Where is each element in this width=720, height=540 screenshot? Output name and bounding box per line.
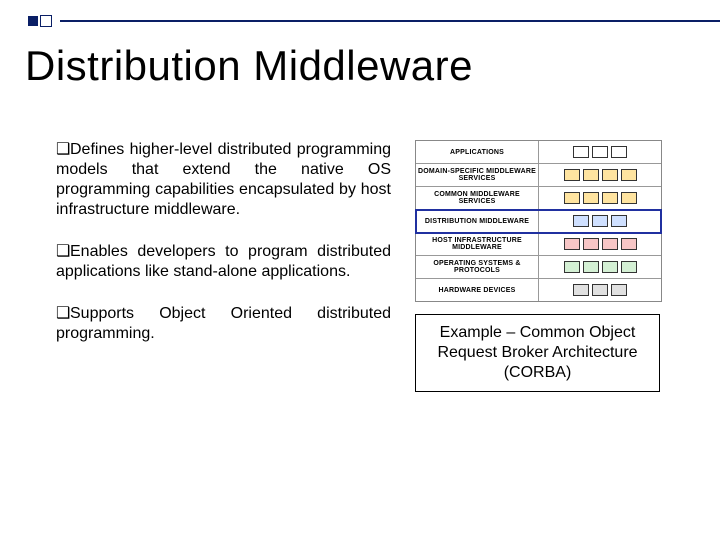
paragraph-text: Supports Object Oriented distributed pro… <box>56 305 391 342</box>
paragraph-text: Defines higher-level distributed program… <box>56 141 391 218</box>
svc-icon <box>583 192 599 204</box>
svc-icon <box>564 192 580 204</box>
svc-icon <box>564 169 580 181</box>
layer-label: DOMAIN-SPECIFIC MIDDLEWARE SERVICES <box>416 164 539 186</box>
diagram-layer: APPLICATIONS <box>416 141 661 164</box>
hw-icon <box>592 284 608 296</box>
decor-square-filled <box>28 16 38 26</box>
app-icon <box>573 146 589 158</box>
text-column: ❑Defines higher-level distributed progra… <box>56 140 391 510</box>
bar-icon <box>564 238 580 250</box>
diagram-layer: OPERATING SYSTEMS & PROTOCOLS <box>416 256 661 279</box>
diagram-layer: HARDWARE DEVICES <box>416 279 661 301</box>
svc-icon <box>602 169 618 181</box>
layer-label: HOST INFRASTRUCTURE MIDDLEWARE <box>416 233 539 255</box>
svc-icon <box>583 169 599 181</box>
slide: Distribution Middleware ❑Defines higher-… <box>0 0 720 540</box>
stk-icon <box>573 215 589 227</box>
decor-line <box>60 20 720 22</box>
bar-icon <box>602 238 618 250</box>
app-icon <box>611 146 627 158</box>
layer-icons <box>539 256 661 278</box>
app-icon <box>592 146 608 158</box>
slide-body: ❑Defines higher-level distributed progra… <box>56 140 688 510</box>
layer-label: HARDWARE DEVICES <box>416 279 539 301</box>
layer-icons <box>539 210 661 232</box>
bullet-paragraph: ❑Defines higher-level distributed progra… <box>56 140 391 220</box>
bullet-icon: ❑ <box>56 140 70 160</box>
os-icon <box>564 261 580 273</box>
bar-icon <box>621 238 637 250</box>
paragraph-text: Enables developers to program distribute… <box>56 243 391 280</box>
layer-label: APPLICATIONS <box>416 141 539 163</box>
layer-icons <box>539 233 661 255</box>
bullet-icon: ❑ <box>56 304 70 324</box>
stk-icon <box>611 215 627 227</box>
decor-square-outline <box>40 15 52 27</box>
hw-icon <box>573 284 589 296</box>
header-decoration <box>28 16 720 26</box>
bullet-paragraph: ❑Enables developers to program distribut… <box>56 242 391 282</box>
middleware-stack-diagram: APPLICATIONSDOMAIN-SPECIFIC MIDDLEWARE S… <box>415 140 662 302</box>
svc-icon <box>602 192 618 204</box>
layer-label: COMMON MIDDLEWARE SERVICES <box>416 187 539 209</box>
bullet-paragraph: ❑Supports Object Oriented distributed pr… <box>56 304 391 344</box>
layer-icons <box>539 164 661 186</box>
svc-icon <box>621 192 637 204</box>
layer-icons <box>539 279 661 301</box>
bullet-icon: ❑ <box>56 242 70 262</box>
os-icon <box>583 261 599 273</box>
slide-title: Distribution Middleware <box>25 42 473 90</box>
figure-caption: Example – Common Object Request Broker A… <box>415 314 660 392</box>
layer-icons <box>539 187 661 209</box>
layer-label: DISTRIBUTION MIDDLEWARE <box>416 210 539 232</box>
bar-icon <box>583 238 599 250</box>
figure-column: APPLICATIONSDOMAIN-SPECIFIC MIDDLEWARE S… <box>415 140 660 510</box>
diagram-layer: COMMON MIDDLEWARE SERVICES <box>416 187 661 210</box>
layer-icons <box>539 141 661 163</box>
os-icon <box>602 261 618 273</box>
stk-icon <box>592 215 608 227</box>
diagram-layer: DOMAIN-SPECIFIC MIDDLEWARE SERVICES <box>416 164 661 187</box>
diagram-layer: DISTRIBUTION MIDDLEWARE <box>416 210 661 233</box>
layer-label: OPERATING SYSTEMS & PROTOCOLS <box>416 256 539 278</box>
diagram-layer: HOST INFRASTRUCTURE MIDDLEWARE <box>416 233 661 256</box>
hw-icon <box>611 284 627 296</box>
svc-icon <box>621 169 637 181</box>
os-icon <box>621 261 637 273</box>
